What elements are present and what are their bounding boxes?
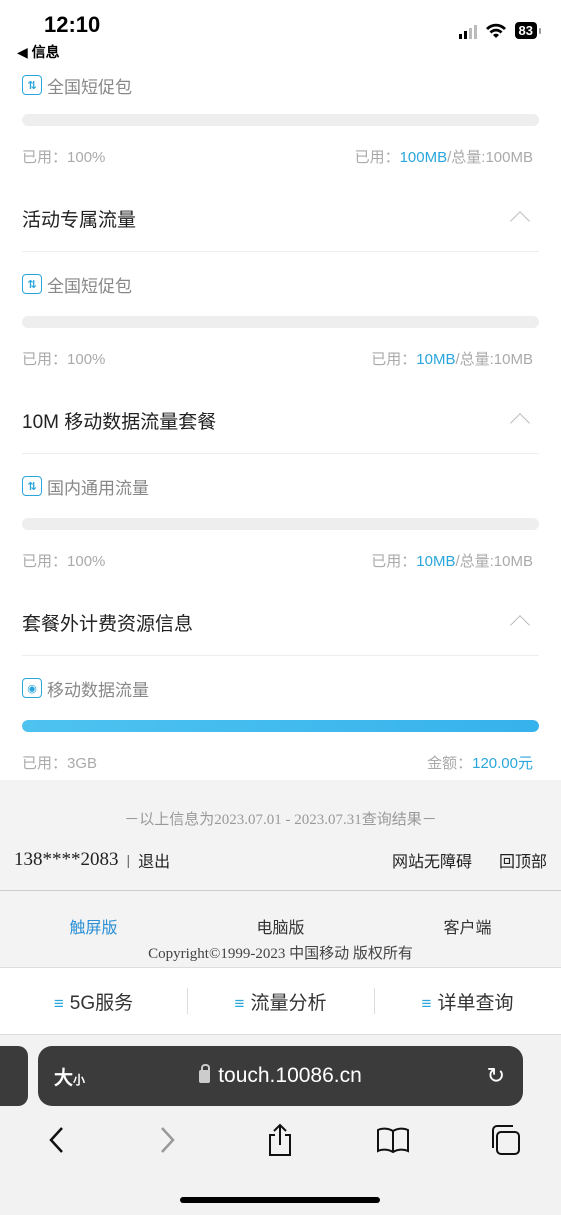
used-label: 已用： xyxy=(22,148,68,166)
back-to-top-link[interactable]: 回顶部 xyxy=(499,848,547,872)
usage-row: 已用：100% 已用：10MB/总量:10MB xyxy=(22,530,539,590)
menu-icon: ≡ xyxy=(421,993,432,1013)
usage-row: 已用：100% 已用：10MB/总量:10MB xyxy=(22,328,539,388)
progress-fill xyxy=(22,720,539,732)
query-result-note: －以上信息为2023.07.01 - 2023.07.31查询结果－ xyxy=(124,812,437,828)
page-footer: －以上信息为2023.07.01 - 2023.07.31查询结果－ 138**… xyxy=(0,780,561,1035)
amount-label: 金额： xyxy=(427,754,473,772)
logout-link[interactable]: 退出 xyxy=(138,848,170,872)
text-size-button[interactable]: 大小 xyxy=(54,1063,85,1090)
collapse-caret-icon[interactable] xyxy=(510,211,530,231)
collapse-caret-icon[interactable] xyxy=(510,615,530,635)
separator: | xyxy=(126,852,131,868)
nav-5g-service[interactable]: ≡ 5G服务 xyxy=(0,988,187,1015)
wifi-icon xyxy=(485,23,506,38)
section-title: 10M 移动数据流量套餐 xyxy=(22,412,217,433)
signal-icon xyxy=(458,23,477,39)
used-right-label: 已用： xyxy=(371,350,417,368)
total-amount: /总量:100MB xyxy=(447,148,533,166)
section-title: 活动专属流量 xyxy=(22,210,137,231)
copyright: Copyright©1999-2023 中国移动 版权所有 xyxy=(148,946,413,962)
package-name: 全国短促包 xyxy=(47,77,132,97)
data-package-icon: ⇅ xyxy=(22,75,42,95)
back-to-app-link[interactable]: ◀ 信息 xyxy=(17,42,60,62)
package-name: 全国短促包 xyxy=(47,276,132,296)
status-icons: 83 xyxy=(458,22,542,39)
used-percent: 100% xyxy=(67,552,106,570)
list-item: ⇅ 全国短促包 已用：100% 已用：100MB/总量:100MB xyxy=(0,68,561,186)
data-package-icon: ⇅ xyxy=(22,274,42,294)
used-amount: 10MB xyxy=(416,350,456,368)
list-item: ⇅ 全国短促包 已用：100% 已用：10MB/总量:10MB xyxy=(0,252,561,388)
used-amount-left: 3GB xyxy=(67,754,98,772)
list-item: ◉ 移动数据流量 已用：3GB 金额：120.00元 xyxy=(0,656,561,792)
reload-icon[interactable]: ↻ xyxy=(487,1063,505,1089)
menu-icon: ≡ xyxy=(53,993,64,1013)
section-header[interactable]: 10M 移动数据流量套餐 xyxy=(22,388,539,454)
clock: 12:10 xyxy=(44,12,101,37)
phone-number: 138****2083 xyxy=(14,849,119,870)
address-bar[interactable]: 大小 touch.10086.cn ↻ xyxy=(38,1046,523,1106)
used-amount: 100MB xyxy=(399,148,448,166)
section-header[interactable]: 套餐外计费资源信息 xyxy=(22,590,539,656)
used-right-label: 已用： xyxy=(371,552,417,570)
divider xyxy=(0,890,561,891)
charge-amount: 120.00元 xyxy=(472,754,533,772)
pc-version-link[interactable]: 电脑版 xyxy=(187,914,374,938)
bottom-nav: ≡ 5G服务 ≡ 流量分析 ≡ 详单查询 xyxy=(0,967,561,1035)
collapse-caret-icon[interactable] xyxy=(510,413,530,433)
usage-progress-bar xyxy=(22,316,539,328)
section-title: 套餐外计费资源信息 xyxy=(22,614,194,635)
accessibility-link[interactable]: 网站无障碍 xyxy=(392,848,472,872)
used-label: 已用： xyxy=(22,552,68,570)
forward-icon[interactable] xyxy=(148,1120,188,1160)
nav-label: 详单查询 xyxy=(437,992,514,1014)
nav-bill-detail[interactable]: ≡ 详单查询 xyxy=(374,987,561,1015)
total-amount: /总量:10MB xyxy=(455,552,533,570)
bookmarks-icon[interactable] xyxy=(373,1120,413,1160)
url-text: touch.10086.cn xyxy=(218,1064,362,1087)
package-name: 国内通用流量 xyxy=(47,478,149,498)
total-amount: /总量:10MB xyxy=(455,350,533,368)
nav-label: 5G服务 xyxy=(69,992,134,1014)
usage-progress-bar xyxy=(22,518,539,530)
previous-tab-preview[interactable] xyxy=(0,1046,28,1106)
used-percent: 100% xyxy=(67,350,106,368)
data-usage-list: ⇅ 全国短促包 已用：100% 已用：100MB/总量:100MB 活动专属流量… xyxy=(0,68,561,792)
list-item: ⇅ 国内通用流量 已用：100% 已用：10MB/总量:10MB xyxy=(0,454,561,590)
browser-toolbar xyxy=(0,1120,561,1160)
package-name: 移动数据流量 xyxy=(47,680,149,700)
used-percent: 100% xyxy=(67,148,106,166)
used-right-label: 已用： xyxy=(354,148,400,166)
nav-traffic-analysis[interactable]: ≡ 流量分析 xyxy=(187,987,374,1015)
browser-bottom-bar: 大小 touch.10086.cn ↻ xyxy=(0,1035,561,1215)
used-label: 已用： xyxy=(22,350,68,368)
battery-icon: 83 xyxy=(514,22,542,39)
lock-icon xyxy=(199,1063,211,1083)
usage-progress-bar xyxy=(22,720,539,732)
usage-progress-bar xyxy=(22,114,539,126)
touch-version-link[interactable]: 触屏版 xyxy=(0,914,187,938)
back-icon[interactable] xyxy=(36,1120,76,1160)
user-row: 138****2083 | 退出 网站无障碍 回顶部 xyxy=(14,848,547,872)
menu-icon: ≡ xyxy=(234,993,245,1013)
share-icon[interactable] xyxy=(260,1120,300,1160)
wifi-package-icon: ◉ xyxy=(22,678,42,698)
tabs-icon[interactable] xyxy=(485,1120,525,1160)
status-bar: 12:10 ◀ 信息 83 xyxy=(0,0,561,70)
version-links: 触屏版 电脑版 客户端 xyxy=(0,914,561,938)
nav-label: 流量分析 xyxy=(250,992,327,1014)
usage-row: 已用：100% 已用：100MB/总量:100MB xyxy=(22,126,539,186)
home-indicator[interactable] xyxy=(180,1197,380,1203)
section-header[interactable]: 活动专属流量 xyxy=(22,186,539,252)
client-link[interactable]: 客户端 xyxy=(374,914,561,938)
used-amount: 10MB xyxy=(416,552,456,570)
data-package-icon: ⇅ xyxy=(22,476,42,496)
used-label: 已用： xyxy=(22,754,68,772)
